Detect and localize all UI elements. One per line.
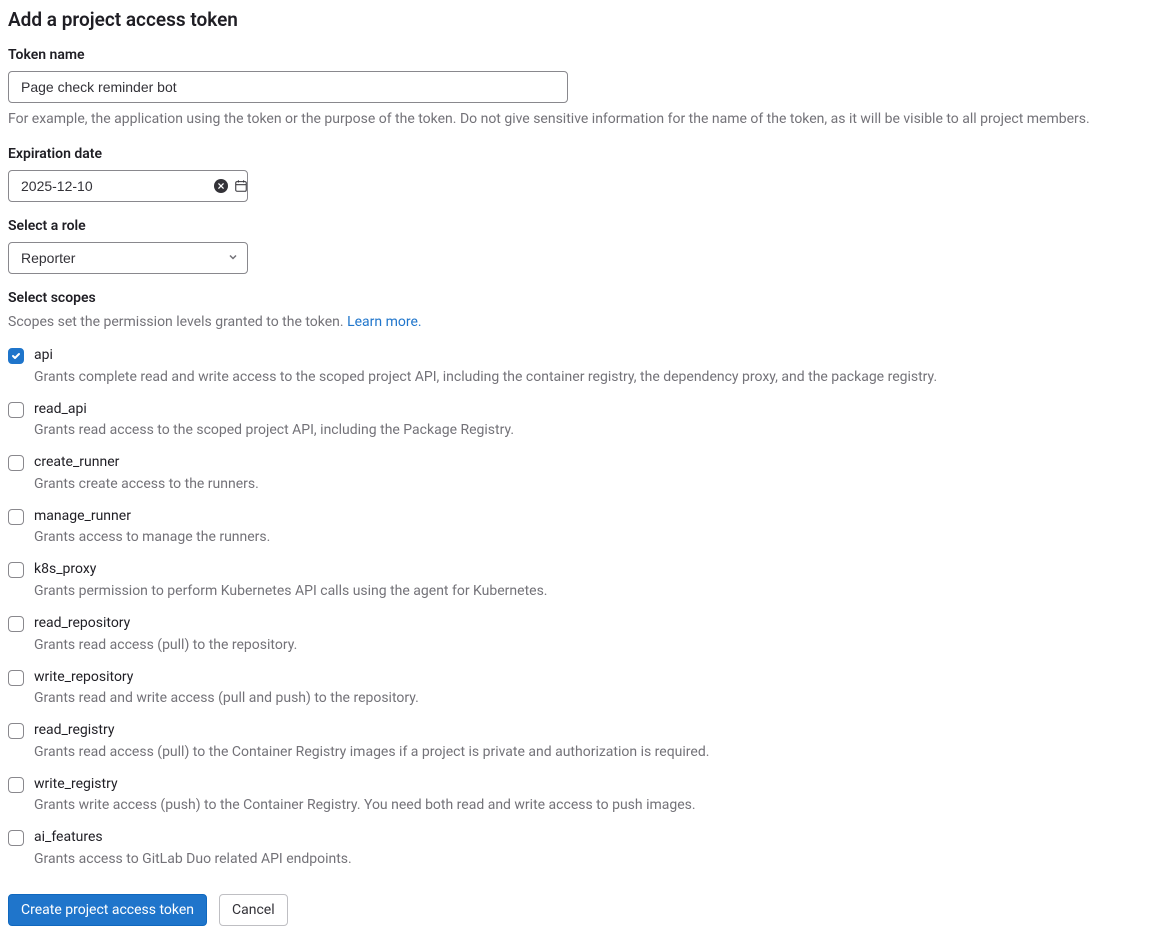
scope-item-api: apiGrants complete read and write access… bbox=[8, 342, 1166, 392]
expiration-input-wrapper bbox=[8, 170, 248, 202]
scope-desc: Grants access to manage the runners. bbox=[34, 527, 1166, 548]
scope-item-manage_runner: manage_runnerGrants access to manage the… bbox=[8, 503, 1166, 553]
scope-checkbox-write_registry[interactable] bbox=[8, 777, 24, 793]
expiration-group: Expiration date bbox=[8, 146, 1166, 202]
scope-name-label: read_api bbox=[34, 400, 1166, 420]
scope-desc: Grants read access (pull) to the Contain… bbox=[34, 742, 1166, 763]
create-token-button[interactable]: Create project access token bbox=[8, 894, 207, 926]
scopes-label: Select scopes bbox=[8, 290, 1166, 306]
scope-item-write_registry: write_registryGrants write access (push)… bbox=[8, 771, 1166, 821]
token-name-input[interactable] bbox=[8, 71, 568, 103]
scope-checkbox-read_repository[interactable] bbox=[8, 616, 24, 632]
expiration-input[interactable] bbox=[9, 172, 214, 200]
scope-checkbox-k8s_proxy[interactable] bbox=[8, 562, 24, 578]
scope-checkbox-read_registry[interactable] bbox=[8, 723, 24, 739]
scope-content: create_runnerGrants create access to the… bbox=[34, 453, 1166, 495]
scope-item-create_runner: create_runnerGrants create access to the… bbox=[8, 449, 1166, 499]
scope-item-read_repository: read_repositoryGrants read access (pull)… bbox=[8, 610, 1166, 660]
scope-desc: Grants write access (push) to the Contai… bbox=[34, 795, 1166, 816]
scope-item-read_api: read_apiGrants read access to the scoped… bbox=[8, 396, 1166, 446]
scope-content: read_apiGrants read access to the scoped… bbox=[34, 400, 1166, 442]
cancel-button[interactable]: Cancel bbox=[219, 894, 288, 926]
expiration-label: Expiration date bbox=[8, 146, 1166, 162]
scope-list: apiGrants complete read and write access… bbox=[8, 342, 1166, 874]
scope-item-write_repository: write_repositoryGrants read and write ac… bbox=[8, 664, 1166, 714]
scope-checkbox-manage_runner[interactable] bbox=[8, 509, 24, 525]
scope-name-label: read_repository bbox=[34, 614, 1166, 634]
scope-desc: Grants read access (pull) to the reposit… bbox=[34, 635, 1166, 656]
role-label: Select a role bbox=[8, 218, 1166, 234]
scope-item-read_registry: read_registryGrants read access (pull) t… bbox=[8, 717, 1166, 767]
scope-content: read_repositoryGrants read access (pull)… bbox=[34, 614, 1166, 656]
button-row: Create project access token Cancel bbox=[8, 894, 1166, 926]
clear-date-icon[interactable] bbox=[214, 179, 228, 193]
scope-desc: Grants read access to the scoped project… bbox=[34, 420, 1166, 441]
token-name-help: For example, the application using the t… bbox=[8, 109, 1166, 130]
scope-name-label: api bbox=[34, 346, 1166, 366]
scopes-header: Select scopes Scopes set the permission … bbox=[8, 290, 1166, 330]
scope-checkbox-ai_features[interactable] bbox=[8, 830, 24, 846]
scope-name-label: manage_runner bbox=[34, 507, 1166, 527]
scope-item-ai_features: ai_featuresGrants access to GitLab Duo r… bbox=[8, 824, 1166, 874]
scope-content: ai_featuresGrants access to GitLab Duo r… bbox=[34, 828, 1166, 870]
scope-checkbox-read_api[interactable] bbox=[8, 402, 24, 418]
role-group: Select a role Reporter bbox=[8, 218, 1166, 274]
scope-desc: Grants permission to perform Kubernetes … bbox=[34, 581, 1166, 602]
scope-name-label: create_runner bbox=[34, 453, 1166, 473]
scope-name-label: ai_features bbox=[34, 828, 1166, 848]
calendar-icon[interactable] bbox=[234, 179, 248, 193]
scope-name-label: k8s_proxy bbox=[34, 560, 1166, 580]
scope-content: manage_runnerGrants access to manage the… bbox=[34, 507, 1166, 549]
learn-more-link[interactable]: Learn more. bbox=[347, 314, 422, 330]
scope-content: write_registryGrants write access (push)… bbox=[34, 775, 1166, 817]
scope-content: write_repositoryGrants read and write ac… bbox=[34, 668, 1166, 710]
scope-name-label: read_registry bbox=[34, 721, 1166, 741]
scope-desc: Grants access to GitLab Duo related API … bbox=[34, 849, 1166, 870]
scopes-help: Scopes set the permission levels granted… bbox=[8, 314, 1166, 330]
scope-item-k8s_proxy: k8s_proxyGrants permission to perform Ku… bbox=[8, 556, 1166, 606]
role-select[interactable]: Reporter bbox=[8, 242, 248, 274]
scope-content: apiGrants complete read and write access… bbox=[34, 346, 1166, 388]
page-title: Add a project access token bbox=[8, 8, 1166, 31]
scope-checkbox-write_repository[interactable] bbox=[8, 670, 24, 686]
scope-desc: Grants complete read and write access to… bbox=[34, 367, 1166, 388]
scope-checkbox-api[interactable] bbox=[8, 348, 24, 364]
scope-desc: Grants read and write access (pull and p… bbox=[34, 688, 1166, 709]
scope-desc: Grants create access to the runners. bbox=[34, 474, 1166, 495]
scope-content: k8s_proxyGrants permission to perform Ku… bbox=[34, 560, 1166, 602]
token-name-group: Token name For example, the application … bbox=[8, 47, 1166, 130]
scope-checkbox-create_runner[interactable] bbox=[8, 455, 24, 471]
scope-name-label: write_registry bbox=[34, 775, 1166, 795]
scope-name-label: write_repository bbox=[34, 668, 1166, 688]
token-name-label: Token name bbox=[8, 47, 1166, 63]
scope-content: read_registryGrants read access (pull) t… bbox=[34, 721, 1166, 763]
